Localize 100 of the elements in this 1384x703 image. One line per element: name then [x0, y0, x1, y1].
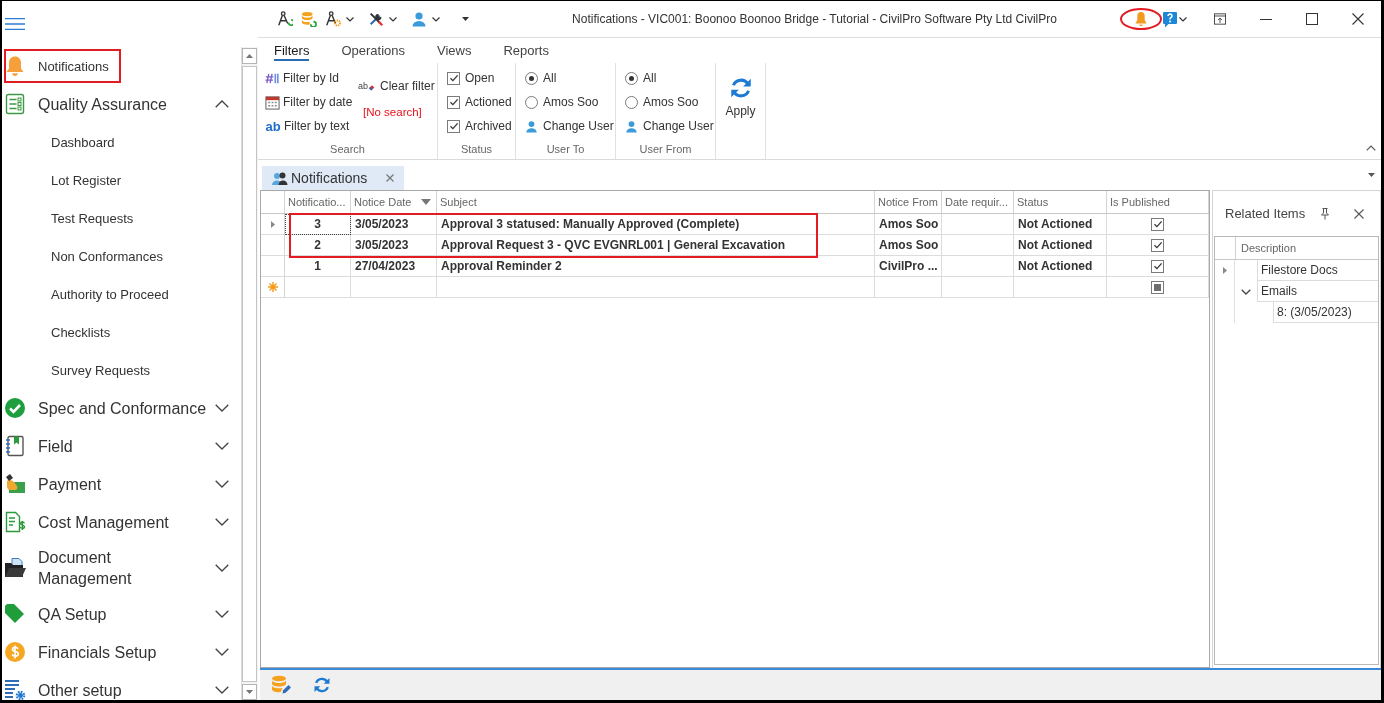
group-label: Status	[459, 142, 494, 157]
dropdown-arrow-icon[interactable]	[1368, 173, 1375, 177]
column-header[interactable]: Description	[1236, 237, 1378, 259]
column-header[interactable]: Notice From	[875, 191, 942, 213]
caret-icon[interactable]	[346, 16, 354, 22]
checkbox[interactable]	[1151, 280, 1164, 294]
sidebar-subitem[interactable]: Non Conformances	[2, 237, 241, 275]
apply-button[interactable]: Apply	[716, 66, 765, 118]
caret-icon[interactable]	[1179, 16, 1187, 22]
sidebar-group[interactable]: QA Setup	[2, 595, 241, 633]
sidebar-group[interactable]: Spec and Conformance	[2, 389, 241, 427]
database-edit-icon[interactable]	[271, 675, 291, 695]
sidebar-group[interactable]: Field	[2, 427, 241, 465]
refresh-icon[interactable]	[312, 675, 332, 695]
user-option[interactable]: Amos Soo	[516, 90, 615, 114]
checkbox[interactable]	[447, 95, 460, 109]
sidebar-group[interactable]: Cost Management	[2, 503, 241, 541]
caret-icon[interactable]	[432, 16, 440, 22]
pin-icon[interactable]	[1320, 207, 1330, 220]
chevron-down-icon[interactable]	[215, 610, 229, 618]
checkbox[interactable]	[1151, 259, 1164, 273]
chevron-down-icon[interactable]	[215, 648, 229, 656]
chevron-down-icon[interactable]	[215, 518, 229, 526]
radio-button[interactable]	[525, 71, 538, 85]
sidebar-subitem[interactable]: Dashboard	[2, 123, 241, 161]
change-user-button[interactable]: Change User	[616, 114, 714, 138]
sidebar-group[interactable]: Payment	[2, 465, 241, 503]
tree-cell[interactable]: Filestore Docs	[1257, 260, 1378, 281]
checkbox[interactable]	[1151, 217, 1164, 231]
sidebar-subitem[interactable]: Authority to Proceed	[2, 275, 241, 313]
minimize-icon[interactable]	[1260, 18, 1272, 20]
row-header-cell[interactable]	[261, 277, 285, 298]
table-cell	[942, 256, 1014, 277]
ribbon-tab[interactable]: Views	[421, 38, 488, 63]
drafting-compass-icon[interactable]	[325, 11, 341, 27]
user-icon[interactable]	[411, 11, 427, 27]
ribbon-tab[interactable]: Operations	[325, 38, 421, 63]
menu-icon[interactable]	[5, 18, 25, 30]
scroll-up-icon[interactable]	[242, 48, 257, 64]
drafting-compass-icon[interactable]	[277, 11, 293, 27]
radio-button[interactable]	[625, 71, 638, 85]
tree-cell[interactable]: 8: (3/05/2023)	[1273, 302, 1378, 323]
close-icon[interactable]	[1352, 13, 1364, 25]
chevron-down-icon[interactable]	[215, 480, 229, 488]
status-option[interactable]: Actioned	[438, 90, 515, 114]
ribbon-tab[interactable]: Reports	[487, 38, 565, 63]
checkbox[interactable]	[447, 119, 460, 133]
filter-button[interactable]: Filter by date	[265, 90, 353, 114]
checkbox[interactable]	[447, 71, 460, 85]
group-label: User From	[638, 142, 693, 157]
help-icon[interactable]	[1162, 10, 1178, 28]
caret-icon[interactable]	[389, 16, 397, 22]
sidebar-group[interactable]: Financials Setup	[2, 633, 241, 671]
chevron-up-icon[interactable]	[1366, 145, 1376, 151]
filter-button[interactable]: ab Filter by text	[265, 114, 350, 138]
chevron-down-icon[interactable]	[215, 686, 229, 694]
database-icon[interactable]	[301, 11, 317, 27]
chevron-up-icon[interactable]	[215, 100, 229, 108]
sidebar-group[interactable]: Quality Assurance	[2, 85, 241, 123]
radio-button[interactable]	[525, 95, 538, 109]
close-icon[interactable]	[1354, 208, 1364, 219]
row-header-cell[interactable]	[261, 235, 285, 256]
scrollbar-thumb[interactable]	[242, 66, 257, 682]
status-option[interactable]: Archived	[438, 114, 515, 138]
radio-button[interactable]	[625, 95, 638, 109]
sidebar-subitem[interactable]: Checklists	[2, 313, 241, 351]
row-header-cell[interactable]	[261, 214, 285, 235]
table-cell	[285, 277, 351, 298]
user-option[interactable]: All	[616, 66, 715, 90]
column-header[interactable]: Notificatio...	[285, 191, 351, 213]
change-user-button[interactable]: Change User	[516, 114, 614, 138]
column-header[interactable]: Is Published	[1107, 191, 1209, 213]
tools-icon[interactable]	[368, 11, 384, 27]
status-option[interactable]: Open	[438, 66, 515, 90]
column-header[interactable]: Notice Date	[351, 191, 437, 213]
sidebar-group[interactable]: Other setup	[2, 671, 241, 700]
sidebar-item[interactable]: Notifications	[2, 47, 241, 85]
column-header[interactable]: Subject	[437, 191, 875, 213]
dropdown-arrow-icon[interactable]	[462, 17, 469, 21]
chevron-down-icon[interactable]	[215, 442, 229, 450]
filter-button[interactable]: Filter by Id	[265, 66, 339, 90]
clear-filter-button[interactable]: ab Clear filter	[358, 74, 435, 98]
ribbon-tab[interactable]: Filters	[258, 38, 326, 63]
chevron-down-icon[interactable]	[215, 404, 229, 412]
column-header[interactable]: Date requir...	[942, 191, 1014, 213]
sidebar-subitem[interactable]: Lot Register	[2, 161, 241, 199]
checkbox[interactable]	[1151, 238, 1164, 252]
column-header[interactable]: Status	[1014, 191, 1107, 213]
sidebar-subitem[interactable]: Survey Requests	[2, 351, 241, 389]
document-tab[interactable]: Notifications	[262, 166, 405, 190]
tree-cell[interactable]: Emails	[1257, 281, 1378, 302]
user-option[interactable]: Amos Soo	[616, 90, 715, 114]
sidebar-subitem[interactable]: Test Requests	[2, 199, 241, 237]
chevron-down-icon[interactable]	[1241, 288, 1251, 295]
user-option[interactable]: All	[516, 66, 615, 90]
maximize-icon[interactable]	[1306, 13, 1318, 25]
chevron-down-icon[interactable]	[215, 564, 229, 572]
sidebar-group[interactable]: Document Management	[2, 541, 241, 595]
scroll-down-icon[interactable]	[242, 684, 257, 700]
row-header-cell[interactable]	[261, 256, 285, 277]
